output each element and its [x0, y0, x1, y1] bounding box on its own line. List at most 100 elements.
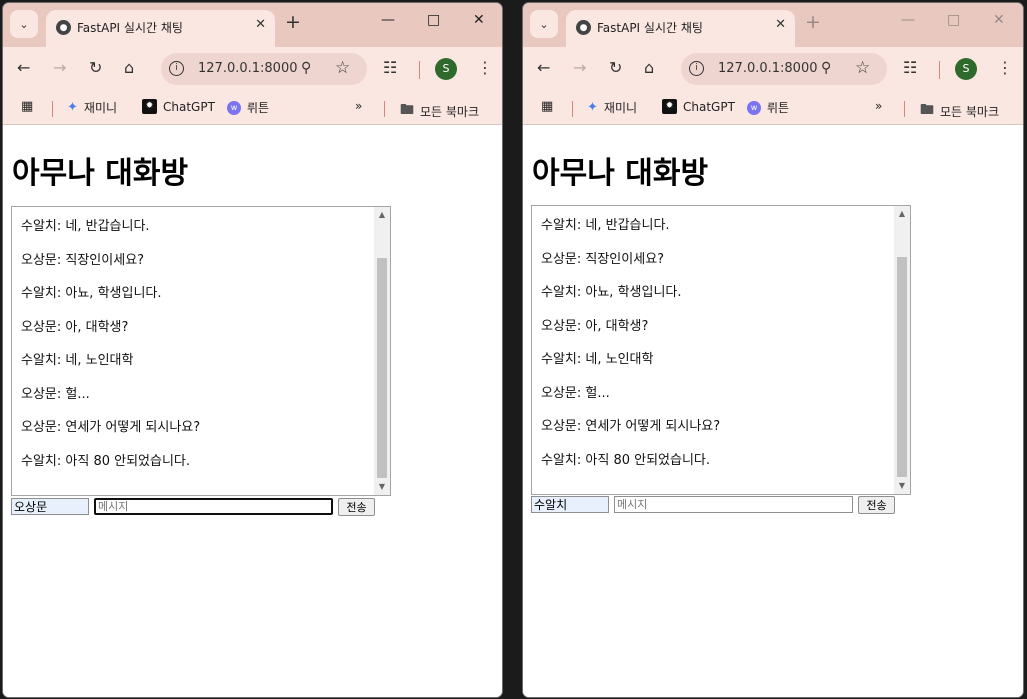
message-list: 수알치: 네, 반갑습니다. 오상문: 직장인이세요? 수알치: 아뇨, 학생입…	[21, 215, 370, 483]
back-icon[interactable]: ←	[537, 59, 550, 77]
page-title: 아무나 대화방	[12, 156, 189, 191]
forward-icon[interactable]: →	[573, 59, 586, 77]
address-bar[interactable]: i 127.0.0.1:8000 ⚲ ☆	[681, 53, 887, 85]
chat-message: 오상문: 아, 대학생?	[21, 319, 129, 335]
profile-avatar[interactable]: S	[955, 58, 977, 80]
message-input[interactable]	[614, 496, 853, 513]
scroll-up-arrow-icon[interactable]: ▲	[374, 207, 390, 223]
profile-avatar[interactable]: S	[435, 58, 457, 80]
apps-grid-icon[interactable]: ▦	[541, 99, 553, 114]
nickname-input[interactable]	[11, 498, 89, 515]
page-content: 아무나 대화방 수알치: 네, 반갑습니다. 오상문: 직장인이세요? 수알치:…	[523, 126, 1023, 697]
nickname-input[interactable]	[531, 496, 609, 513]
tab-search-button[interactable]: ⌄	[10, 10, 38, 38]
bookmark-divider	[384, 101, 385, 117]
chat-message: 오상문: 아, 대학생?	[541, 318, 649, 334]
new-tab-button[interactable]: +	[285, 13, 301, 32]
send-button[interactable]: 전송	[338, 498, 375, 516]
all-bookmarks-button[interactable]: 🖿 모든 북마크	[920, 99, 999, 123]
minimize-icon[interactable]: —	[901, 12, 915, 28]
reload-icon[interactable]: ↻	[89, 59, 102, 77]
maximize-icon[interactable]: □	[427, 12, 440, 28]
apps-grid-icon[interactable]: ▦	[21, 99, 33, 114]
new-tab-button[interactable]: +	[805, 13, 821, 32]
minimize-icon[interactable]: —	[381, 12, 395, 28]
url-text: 127.0.0.1:8000	[718, 61, 818, 76]
bookmark-star-icon[interactable]: ☆	[335, 58, 350, 78]
extensions-icon[interactable]: ☷	[383, 59, 397, 77]
chat-message: 오상문: 헐...	[21, 386, 90, 402]
bookmark-wrtn[interactable]: w 뤼튼	[747, 99, 789, 116]
scroll-down-arrow-icon[interactable]: ▼	[894, 478, 910, 494]
tab-title: FastAPI 실시간 채팅	[77, 21, 183, 35]
toolbar-divider	[419, 61, 420, 79]
nav-bar: ← → ↻ ⌂ i 127.0.0.1:8000 ⚲ ☆ ☷ S ⋮	[3, 47, 502, 92]
bookmark-star-icon[interactable]: ☆	[855, 58, 870, 78]
folder-icon: 🖿	[920, 102, 934, 118]
send-button[interactable]: 전송	[858, 496, 895, 514]
zoom-icon[interactable]: ⚲	[301, 60, 311, 76]
nav-bar: ← → ↻ ⌂ i 127.0.0.1:8000 ⚲ ☆ ☷ S ⋮	[523, 47, 1023, 92]
bookmark-wrtn[interactable]: w 뤼튼	[227, 99, 269, 116]
page-content: 아무나 대화방 수알치: 네, 반갑습니다. 오상문: 직장인이세요? 수알치:…	[3, 126, 502, 697]
tab-active[interactable]: ● FastAPI 실시간 채팅 ✕	[566, 10, 795, 47]
chatgpt-icon: ✹	[662, 99, 677, 114]
scroll-down-arrow-icon[interactable]: ▼	[374, 479, 390, 495]
tab-close-icon[interactable]: ✕	[255, 17, 266, 32]
tab-active[interactable]: ● FastAPI 실시간 채팅 ✕	[46, 10, 275, 47]
bookmark-divider	[572, 101, 573, 117]
chat-log[interactable]: 수알치: 네, 반갑습니다. 오상문: 직장인이세요? 수알치: 아뇨, 학생입…	[11, 206, 391, 496]
tab-search-button[interactable]: ⌄	[530, 10, 558, 38]
window-close-icon[interactable]: ✕	[473, 12, 485, 28]
reload-icon[interactable]: ↻	[609, 59, 622, 77]
browser-window-left: ⌄ ● FastAPI 실시간 채팅 ✕ + — □ ✕ ← → ↻ ⌂ i 1…	[2, 2, 503, 698]
chat-message: 수알치: 아직 80 안되었습니다.	[21, 453, 191, 469]
chat-log[interactable]: 수알치: 네, 반갑습니다. 오상문: 직장인이세요? 수알치: 아뇨, 학생입…	[531, 205, 911, 495]
chat-message: 오상문: 직장인이세요?	[541, 251, 665, 267]
message-input[interactable]	[94, 498, 333, 515]
home-icon[interactable]: ⌂	[644, 59, 654, 77]
more-bookmarks-chevron-icon[interactable]: »	[875, 99, 882, 113]
site-info-icon[interactable]: i	[169, 61, 184, 76]
browser-window-right: ⌄ ● FastAPI 실시간 채팅 ✕ + — □ ✕ ← → ↻ ⌂ i 1…	[522, 2, 1024, 698]
bookmark-divider	[904, 101, 905, 117]
bookmark-chatgpt[interactable]: ✹ ChatGPT	[662, 99, 735, 114]
bookmark-divider	[52, 101, 53, 117]
more-bookmarks-chevron-icon[interactable]: »	[355, 99, 362, 113]
site-info-icon[interactable]: i	[689, 61, 704, 76]
url-text: 127.0.0.1:8000	[198, 61, 298, 76]
chatgpt-icon: ✹	[142, 99, 157, 114]
bookmark-gemini[interactable]: ✦ 재미니	[587, 99, 637, 116]
forward-icon[interactable]: →	[53, 59, 66, 77]
chat-message: 수알치: 네, 반갑습니다.	[21, 219, 150, 234]
all-bookmarks-button[interactable]: 🖿 모든 북마크	[400, 99, 479, 123]
chat-message: 수알치: 아뇨, 학생입니다.	[541, 285, 682, 300]
scroll-up-arrow-icon[interactable]: ▲	[894, 206, 910, 222]
chat-message: 오상문: 직장인이세요?	[21, 252, 145, 268]
bookmark-chatgpt[interactable]: ✹ ChatGPT	[142, 99, 215, 114]
scrollbar-thumb[interactable]	[897, 257, 907, 477]
wrtn-icon: w	[227, 100, 241, 115]
chevron-down-icon: ⌄	[19, 17, 29, 31]
window-close-icon[interactable]: ✕	[993, 12, 1005, 28]
home-icon[interactable]: ⌂	[124, 59, 134, 77]
bookmarks-bar: ▦ ✦ 재미니 ✹ ChatGPT w 뤼튼 » 🖿 모든 북마크	[3, 92, 502, 125]
menu-kebab-icon[interactable]: ⋮	[477, 59, 493, 77]
bookmarks-bar: ▦ ✦ 재미니 ✹ ChatGPT w 뤼튼 » 🖿 모든 북마크	[523, 92, 1023, 125]
menu-kebab-icon[interactable]: ⋮	[997, 59, 1013, 77]
tab-strip: ⌄ ● FastAPI 실시간 채팅 ✕ + — □ ✕	[523, 3, 1023, 47]
back-icon[interactable]: ←	[17, 59, 30, 77]
zoom-icon[interactable]: ⚲	[821, 60, 831, 76]
maximize-icon[interactable]: □	[947, 12, 960, 28]
tab-close-icon[interactable]: ✕	[775, 17, 786, 32]
address-bar[interactable]: i 127.0.0.1:8000 ⚲ ☆	[161, 53, 367, 85]
chat-scrollbar[interactable]: ▲ ▼	[894, 206, 910, 494]
scrollbar-thumb[interactable]	[377, 258, 387, 478]
chat-message: 수알치: 네, 노인대학	[21, 353, 134, 368]
chat-message: 수알치: 아뇨, 학생입니다.	[21, 286, 162, 301]
chat-scrollbar[interactable]: ▲ ▼	[374, 207, 390, 495]
toolbar-divider	[939, 61, 940, 79]
sparkle-icon: ✦	[587, 100, 598, 115]
extensions-icon[interactable]: ☷	[903, 59, 917, 77]
bookmark-gemini[interactable]: ✦ 재미니	[67, 99, 117, 116]
